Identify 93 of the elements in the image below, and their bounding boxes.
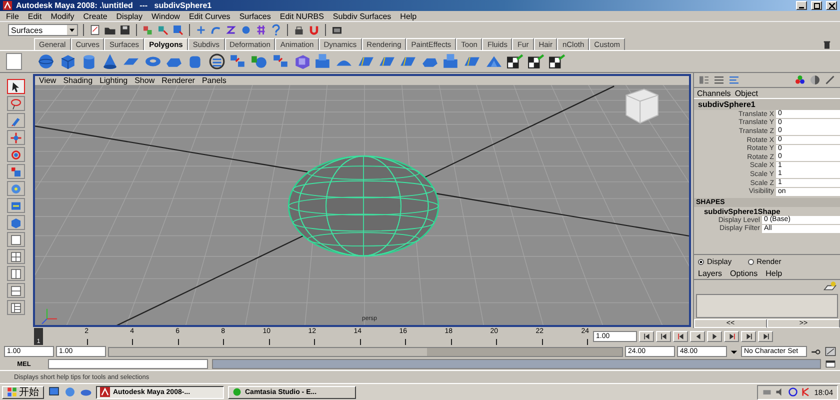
scale-icon[interactable] — [10, 166, 22, 178]
layout-icon[interactable] — [10, 284, 22, 296]
select-object-icon[interactable] — [157, 24, 169, 36]
lock-icon[interactable] — [293, 24, 305, 36]
checker-icon[interactable] — [548, 53, 566, 70]
pen-icon[interactable] — [824, 74, 836, 86]
range-slider-handle[interactable] — [109, 348, 428, 356]
panel-menu-item[interactable]: Show — [134, 76, 155, 85]
playback-button[interactable] — [758, 331, 773, 342]
cone-icon[interactable] — [101, 53, 120, 70]
subdiv-sphere-drawing[interactable] — [288, 155, 440, 257]
playback-button[interactable] — [724, 331, 739, 342]
plus-icon[interactable] — [195, 24, 207, 36]
menu-item[interactable]: Edit Curves — [188, 12, 230, 20]
command-input-field[interactable] — [48, 359, 208, 369]
go-to-start-icon[interactable] — [642, 332, 652, 341]
channel-menu-item[interactable]: Object — [734, 88, 758, 98]
key-icon[interactable] — [809, 346, 823, 356]
menu-item[interactable]: Edit NURBS — [280, 12, 324, 20]
sphere-icon[interactable] — [240, 24, 252, 36]
color-dots-icon[interactable] — [794, 74, 806, 86]
tool-button[interactable] — [6, 79, 24, 94]
panel-menu-item[interactable]: View — [39, 76, 56, 85]
playback-button[interactable] — [690, 331, 705, 342]
trash-icon[interactable] — [822, 40, 832, 50]
menu-item[interactable]: File — [6, 12, 19, 20]
menu-item[interactable]: Surfaces — [239, 12, 271, 20]
range-slider-track[interactable] — [108, 346, 623, 356]
menu-set-dropdown[interactable]: Surfaces — [8, 24, 78, 36]
single-pane-icon[interactable] — [10, 234, 22, 246]
desktop-icon[interactable] — [48, 386, 60, 398]
playback-button[interactable] — [741, 331, 756, 342]
select-arrow-icon[interactable] — [10, 80, 22, 92]
select-component-icon[interactable] — [172, 24, 184, 36]
two-pane-icon[interactable] — [10, 268, 22, 280]
maximize-button[interactable] — [811, 1, 822, 10]
rotate-icon[interactable] — [10, 148, 22, 160]
windows-logo-icon[interactable] — [7, 387, 17, 397]
select-hierarchy-icon[interactable] — [142, 24, 154, 36]
four-pane-icon[interactable] — [10, 250, 22, 262]
playback-button[interactable] — [673, 331, 688, 342]
channel-box-icon[interactable] — [698, 74, 710, 86]
minimize-button[interactable] — [796, 1, 807, 10]
move-icon[interactable] — [10, 132, 22, 144]
save-icon[interactable] — [119, 24, 131, 36]
menu-item[interactable]: Window — [152, 12, 180, 20]
layer-menu-item[interactable]: Layers — [698, 269, 722, 278]
close-icon[interactable] — [828, 2, 834, 8]
menu-item[interactable]: Edit — [28, 12, 42, 20]
new-layer-icon[interactable] — [823, 280, 837, 293]
tool-settings-icon[interactable] — [728, 74, 740, 86]
cube-icon[interactable] — [10, 216, 22, 228]
playback-button[interactable] — [707, 331, 722, 342]
maximize-icon[interactable] — [814, 2, 820, 8]
start-button[interactable]: 开始 — [2, 386, 44, 398]
panel-menu-item[interactable]: Renderer — [162, 76, 195, 85]
close-button[interactable] — [826, 1, 837, 10]
attribute-editor-icon[interactable] — [713, 74, 725, 86]
menu-item[interactable]: Create — [83, 12, 108, 20]
window-title: Autodesk Maya 2008: .\untitled --- subdivSphere1 — [16, 1, 213, 10]
preferences-icon[interactable] — [825, 346, 836, 357]
node-name: subdivSphere1 — [694, 99, 840, 110]
lasso-icon[interactable] — [10, 98, 22, 110]
step-back-frame-icon[interactable] — [676, 332, 686, 341]
shelf-menu-button[interactable] — [6, 53, 22, 70]
step-back-key-icon[interactable] — [658, 332, 668, 341]
half-circle-icon[interactable] — [809, 74, 821, 86]
checker-icon[interactable] — [527, 53, 546, 70]
playback-button[interactable] — [639, 331, 654, 342]
layer-menu-item[interactable]: Options — [730, 269, 758, 278]
menu-item[interactable]: Help — [400, 12, 417, 20]
app-logo-icon[interactable] — [100, 387, 110, 397]
checker-icon[interactable] — [506, 53, 524, 70]
menu-item[interactable]: Modify — [50, 12, 74, 20]
grid-icon[interactable] — [255, 24, 267, 36]
axis-icon — [42, 308, 58, 324]
playback-button[interactable] — [656, 331, 671, 342]
question-icon[interactable] — [270, 24, 282, 36]
new-scene-icon[interactable] — [89, 24, 101, 36]
panel-menu-item[interactable]: Lighting — [100, 76, 128, 85]
sphere-icon[interactable] — [37, 53, 56, 70]
panel-menu-item[interactable]: Panels — [202, 76, 226, 85]
outliner-icon[interactable] — [10, 302, 22, 314]
app-logo-icon — [3, 1, 12, 10]
magnet-icon[interactable] — [308, 24, 320, 36]
script-editor-icon[interactable] — [825, 359, 836, 369]
menu-item[interactable]: Subdiv Surfaces — [332, 12, 392, 20]
view-cube-icon[interactable] — [626, 88, 659, 124]
cube-icon[interactable] — [58, 53, 77, 70]
panel-menu-item[interactable]: Shading — [63, 76, 93, 85]
menu-item[interactable]: Display — [116, 12, 142, 20]
layer-menu-item[interactable]: Help — [766, 269, 782, 278]
channel-menu-item[interactable]: Channels — [697, 88, 731, 98]
